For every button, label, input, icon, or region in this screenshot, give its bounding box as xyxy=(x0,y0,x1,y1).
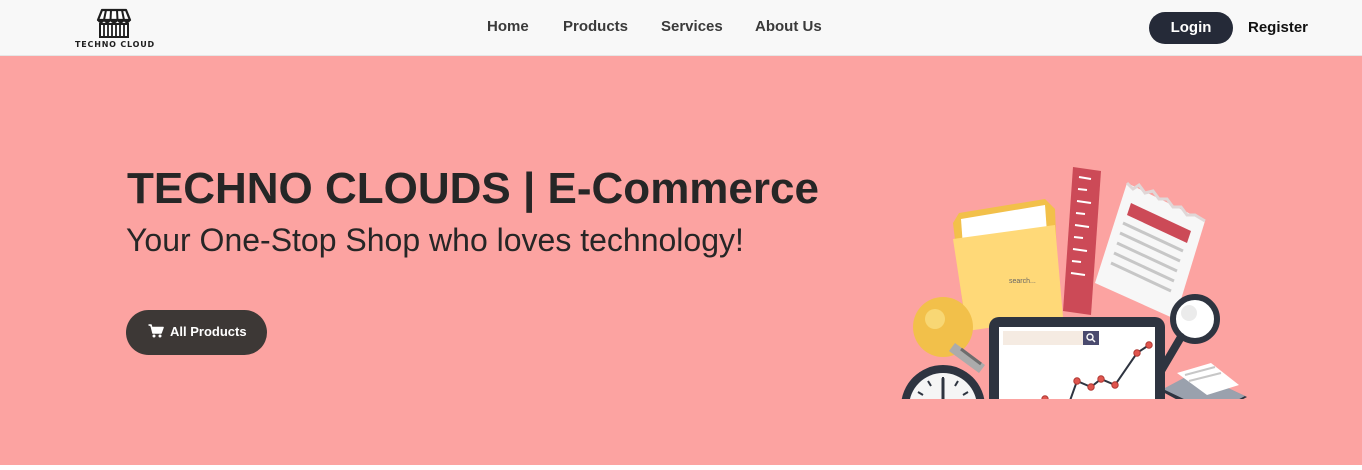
laptop-icon xyxy=(989,317,1165,399)
folder-icon xyxy=(953,199,1063,331)
ruler-icon xyxy=(1063,167,1101,315)
logo-text: TECHNO CLOUD xyxy=(75,40,155,49)
storefront-icon xyxy=(96,8,132,38)
brand-logo[interactable]: TECHNO CLOUD xyxy=(72,6,158,52)
register-link[interactable]: Register xyxy=(1248,19,1308,36)
page-bottom-strip xyxy=(0,465,1362,470)
all-products-button[interactable]: All Products xyxy=(126,310,267,355)
nav-products[interactable]: Products xyxy=(563,18,628,35)
hero-section: TECHNO CLOUDS | E-Commerce Your One-Stop… xyxy=(0,56,1362,465)
laptop-search-placeholder: search... xyxy=(1009,278,1036,285)
nav-services[interactable]: Services xyxy=(661,18,723,35)
nav-about-us[interactable]: About Us xyxy=(755,18,822,35)
cart-icon xyxy=(148,324,164,338)
clock-icon xyxy=(901,365,985,399)
laptop-search-button xyxy=(1083,331,1099,345)
laptop-search-field xyxy=(1003,331,1083,345)
nav-home[interactable]: Home xyxy=(487,18,529,35)
hero-title: TECHNO CLOUDS | E-Commerce xyxy=(127,164,819,213)
ecommerce-illustration xyxy=(901,167,1247,399)
hero-subtitle: Your One-Stop Shop who loves technology! xyxy=(126,222,744,258)
envelope-icon xyxy=(1161,363,1247,399)
navbar: TECHNO CLOUD Home Products Services Abou… xyxy=(0,0,1362,56)
all-products-label: All Products xyxy=(170,324,247,339)
login-button[interactable]: Login xyxy=(1149,12,1233,44)
